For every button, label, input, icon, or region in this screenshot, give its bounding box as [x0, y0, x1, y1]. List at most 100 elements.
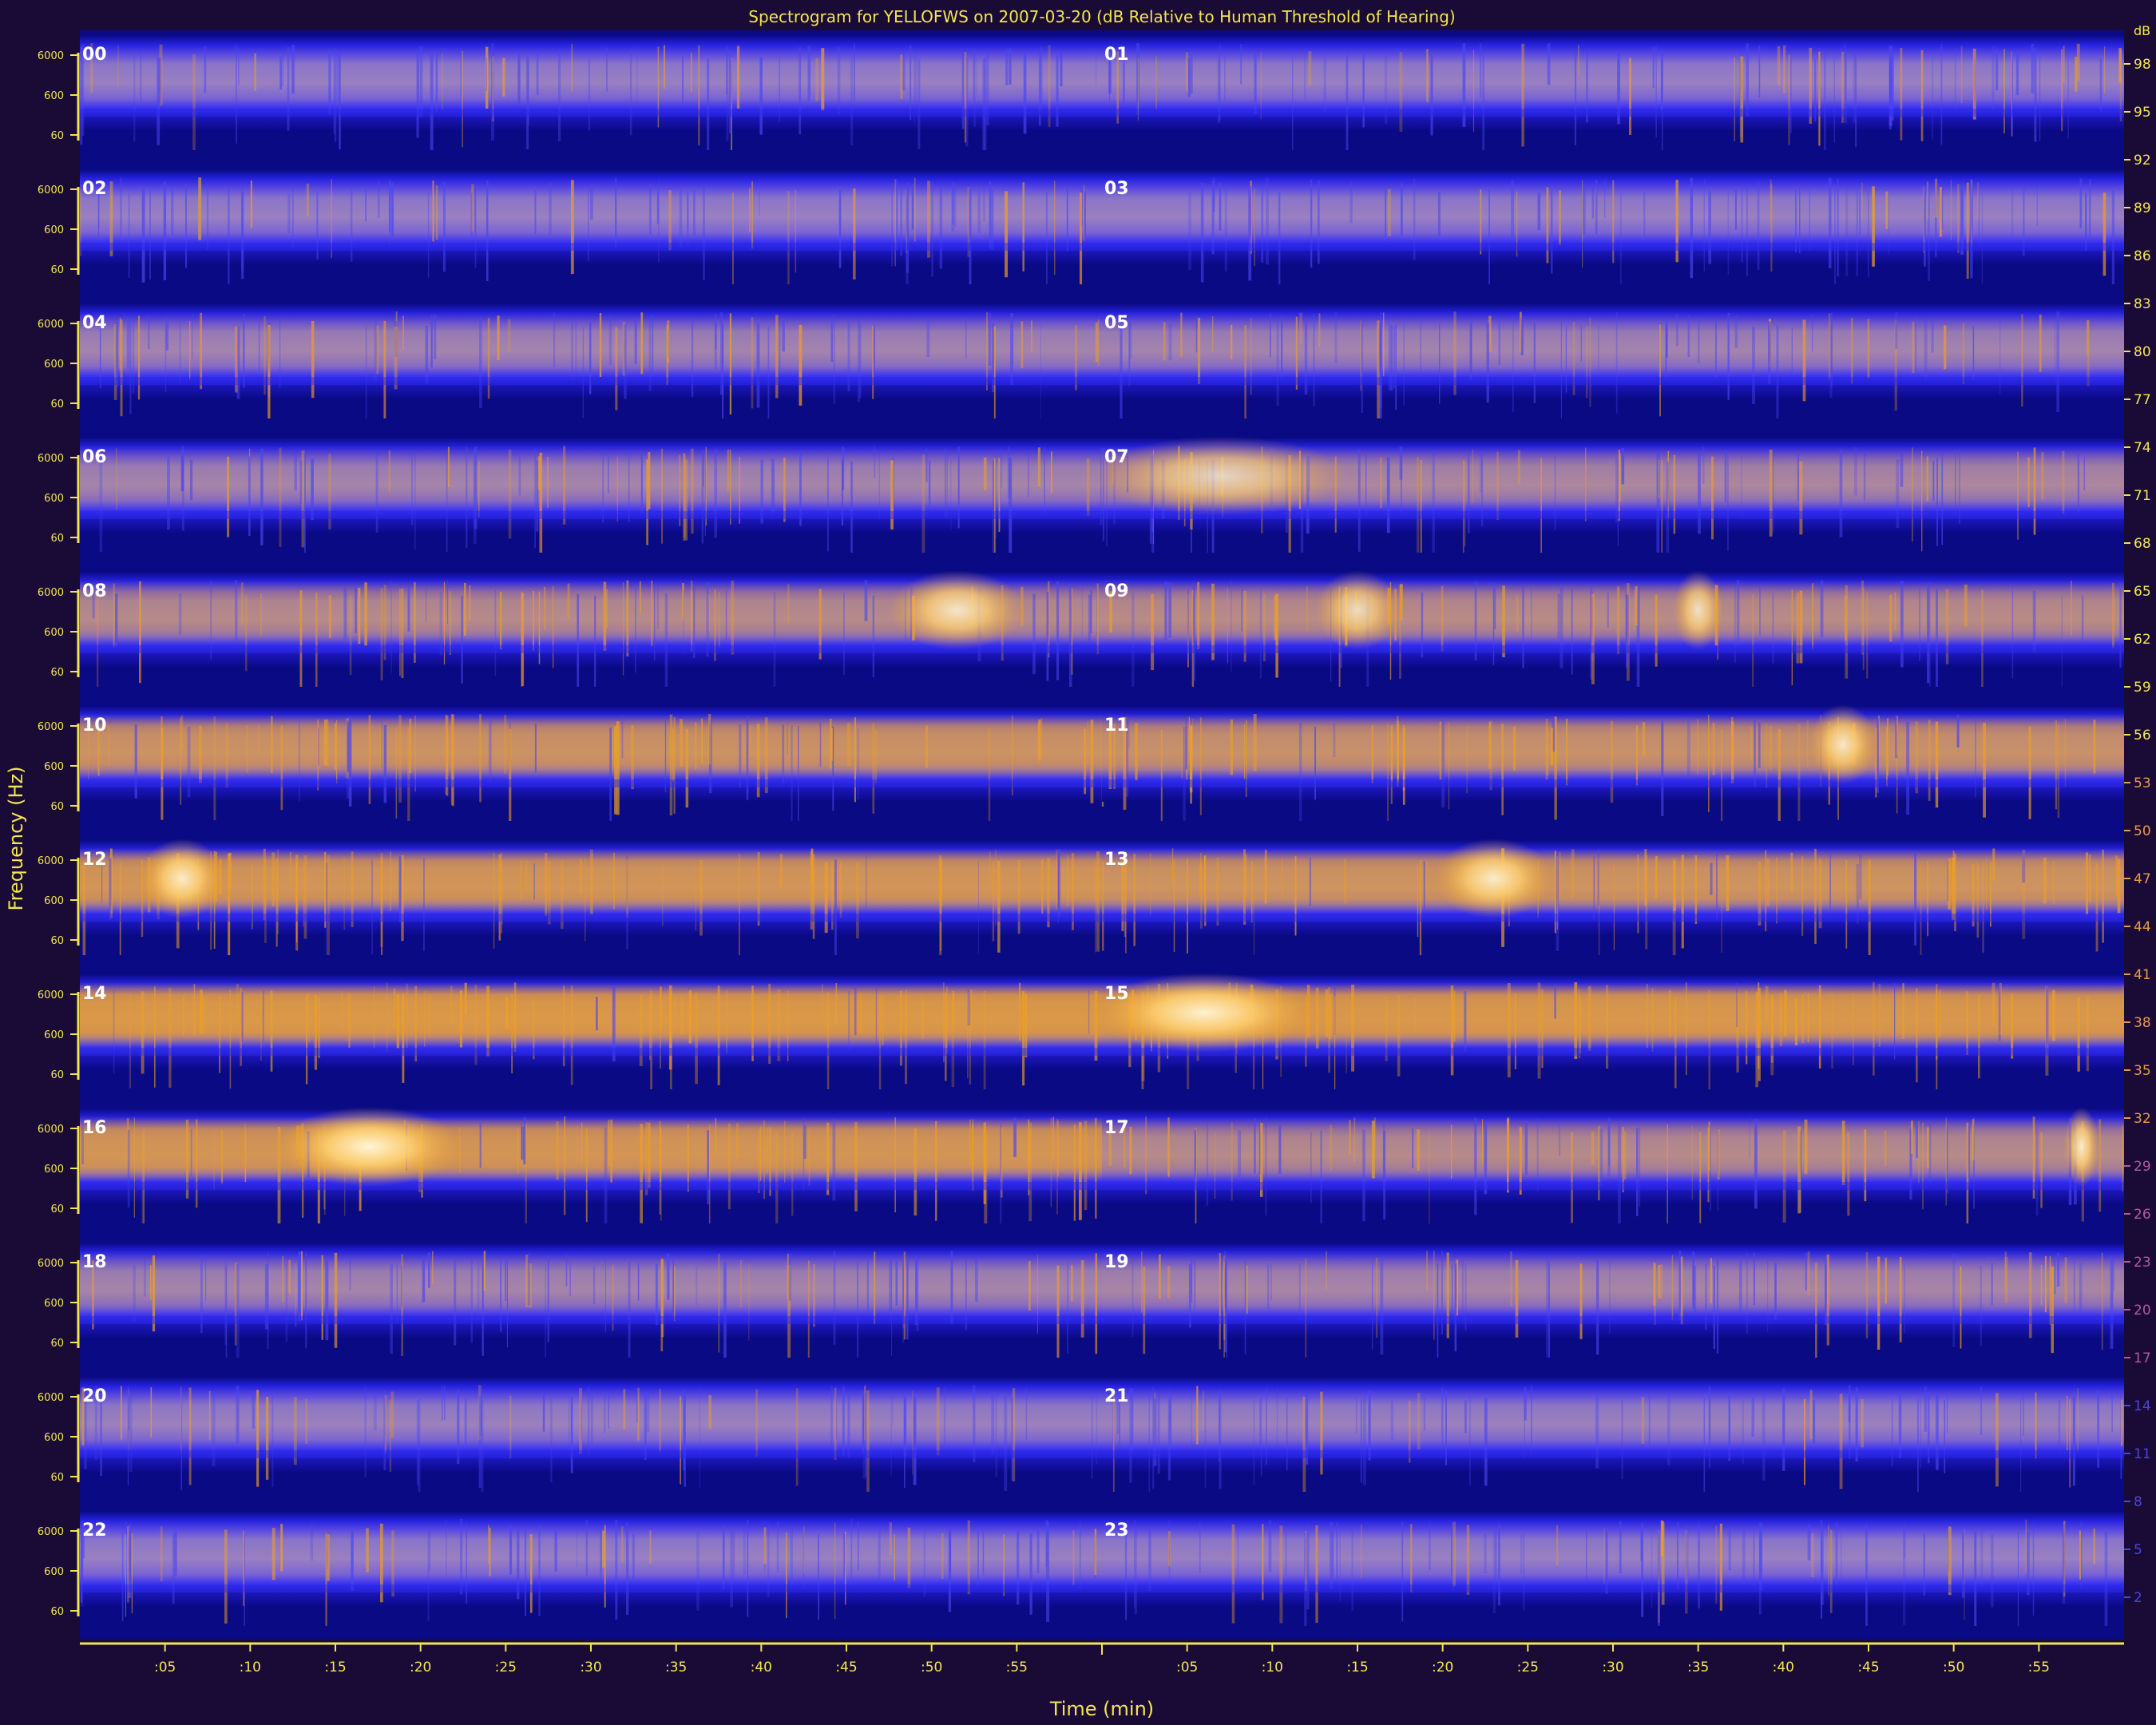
low-freq-band: [1102, 914, 2124, 922]
spectral-streak: [1556, 1525, 1559, 1566]
x-tick-label: :25: [495, 1660, 517, 1675]
spectral-streak: [464, 982, 467, 1015]
spectral-streak: [1223, 1261, 1225, 1361]
spectral-streak: [1413, 997, 1416, 1031]
spectral-streak: [1804, 1119, 1808, 1174]
y-tick-label: 60: [50, 1338, 64, 1350]
spectral-streak: [1694, 855, 1698, 924]
spectral-streak: [1461, 1258, 1464, 1315]
spectral-streak: [1896, 716, 1898, 755]
spectral-streak: [1855, 55, 1857, 148]
spectral-streak: [836, 1386, 838, 1440]
low-freq-band: [80, 1450, 1102, 1458]
spectral-streak: [401, 1266, 402, 1307]
spectral-streak: [1751, 1398, 1754, 1437]
spectral-streak: [837, 46, 841, 114]
spectral-streak: [2071, 581, 2072, 636]
spectral-streak: [698, 45, 700, 145]
spectral-streak: [1011, 1397, 1013, 1481]
spectral-streak: [1135, 723, 1138, 781]
spectral-streak: [2017, 1531, 2019, 1634]
spectral-streak: [1918, 1120, 1920, 1184]
spectral-streak: [547, 1255, 549, 1342]
spectral-streak: [533, 863, 535, 900]
spectral-streak: [1692, 1251, 1695, 1309]
spectral-streak: [790, 1528, 793, 1586]
spectral-streak: [478, 1395, 482, 1488]
spectral-streak: [1813, 1400, 1816, 1444]
spectral-streak: [1831, 993, 1833, 1069]
spectral-streak: [350, 188, 353, 262]
spectral-streak: [1012, 1388, 1016, 1481]
spectral-streak: [1591, 184, 1595, 219]
spectral-streak: [1088, 989, 1090, 1034]
spectral-streak: [1746, 43, 1750, 117]
spectral-streak: [988, 312, 992, 366]
hour-label: 22: [82, 1521, 107, 1541]
spectral-streak: [682, 56, 684, 105]
spectral-streak: [1711, 456, 1714, 540]
spectral-streak: [1417, 1129, 1420, 1171]
spectral-streak: [1829, 853, 1831, 914]
colorbar-tick-label: 65: [2134, 584, 2151, 600]
spectral-streak: [900, 54, 903, 99]
spectral-streak: [991, 189, 994, 250]
colorbar-tick-label: 11: [2134, 1446, 2151, 1462]
spectral-streak: [529, 1534, 533, 1613]
spectral-streak: [763, 1527, 767, 1564]
hour-label: 01: [1104, 45, 1129, 65]
spectral-streak: [1328, 994, 1332, 1039]
spectral-streak: [1762, 1392, 1766, 1481]
spectral-streak: [1900, 581, 1904, 668]
spectral-streak: [1929, 586, 1931, 687]
spectral-streak: [839, 861, 842, 918]
spectral-streak: [1332, 1532, 1334, 1576]
spectral-streak: [1935, 178, 1938, 218]
spectral-streak: [1914, 851, 1917, 946]
spectral-streak: [691, 319, 694, 398]
spectral-streak: [608, 315, 612, 366]
spectral-streak: [1960, 1266, 1962, 1349]
spectral-streak: [587, 1387, 590, 1456]
y-axis-label: Frequency (Hz): [5, 767, 27, 911]
spectral-streak: [1697, 719, 1698, 775]
spectral-streak: [815, 58, 819, 101]
spectral-streak: [1698, 1524, 1700, 1609]
spectral-streak: [622, 582, 624, 676]
spectral-streak: [634, 317, 637, 364]
spectral-streak: [1885, 191, 1888, 229]
spectral-streak: [1980, 1265, 1982, 1346]
spectral-streak: [1281, 316, 1283, 379]
spectral-streak: [1865, 1525, 1868, 1626]
spectral-streak: [260, 448, 264, 545]
spectral-streak: [610, 1120, 612, 1184]
spectral-streak: [826, 992, 830, 1092]
y-tick-label: 600: [44, 1164, 64, 1176]
spectral-streak: [1940, 44, 1943, 145]
spectral-streak: [1757, 180, 1760, 270]
spectral-streak: [1839, 1394, 1843, 1489]
spectral-streak: [1652, 46, 1655, 89]
spectral-streak: [1726, 855, 1730, 911]
spectral-streak: [489, 1527, 491, 1576]
spectral-streak: [1482, 1119, 1483, 1164]
spectral-streak: [1036, 1526, 1040, 1573]
spectral-streak: [1524, 1120, 1528, 1176]
spectral-streak: [621, 715, 624, 759]
spectral-streak: [717, 985, 720, 1085]
spectral-streak: [1599, 1128, 1603, 1186]
spectral-streak: [961, 51, 965, 129]
spectral-streak: [306, 993, 308, 1085]
spectral-streak: [1468, 453, 1470, 533]
spectral-streak: [1820, 580, 1824, 637]
spectral-streak: [533, 591, 534, 651]
x-tick-label: :20: [410, 1660, 431, 1675]
spectral-streak: [1488, 188, 1490, 287]
low-freq-band: [80, 779, 1102, 787]
spectral-streak: [205, 1254, 207, 1301]
spectral-streak: [608, 1393, 609, 1429]
spectral-streak: [409, 718, 412, 773]
spectral-streak: [388, 450, 390, 493]
spectral-streak: [2064, 719, 2067, 787]
spectral-streak: [596, 997, 598, 1031]
